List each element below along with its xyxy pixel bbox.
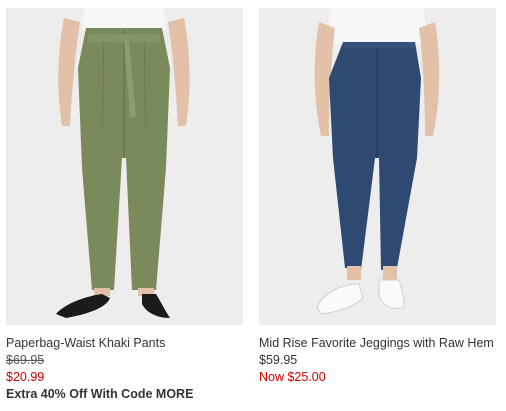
product-image-khaki-pants[interactable] xyxy=(6,8,243,325)
sale-price: Now $25.00 xyxy=(259,370,326,384)
product-name[interactable]: Paperbag-Waist Khaki Pants xyxy=(6,335,243,352)
product-card-khaki-pants[interactable]: Paperbag-Waist Khaki Pants $69.95 $20.99… xyxy=(6,8,243,403)
product-name[interactable]: Mid Rise Favorite Jeggings with Raw Hem xyxy=(259,335,496,352)
product-image-jeggings[interactable] xyxy=(259,8,496,325)
product-card-jeggings[interactable]: Mid Rise Favorite Jeggings with Raw Hem … xyxy=(259,8,496,386)
original-price: $69.95 xyxy=(6,353,45,367)
promo-text: Extra 40% Off With Code MORE xyxy=(6,387,194,401)
sale-price: $20.99 xyxy=(6,370,45,384)
product-grid: Paperbag-Waist Khaki Pants $69.95 $20.99… xyxy=(0,0,506,411)
original-price: $59.95 xyxy=(259,353,298,367)
